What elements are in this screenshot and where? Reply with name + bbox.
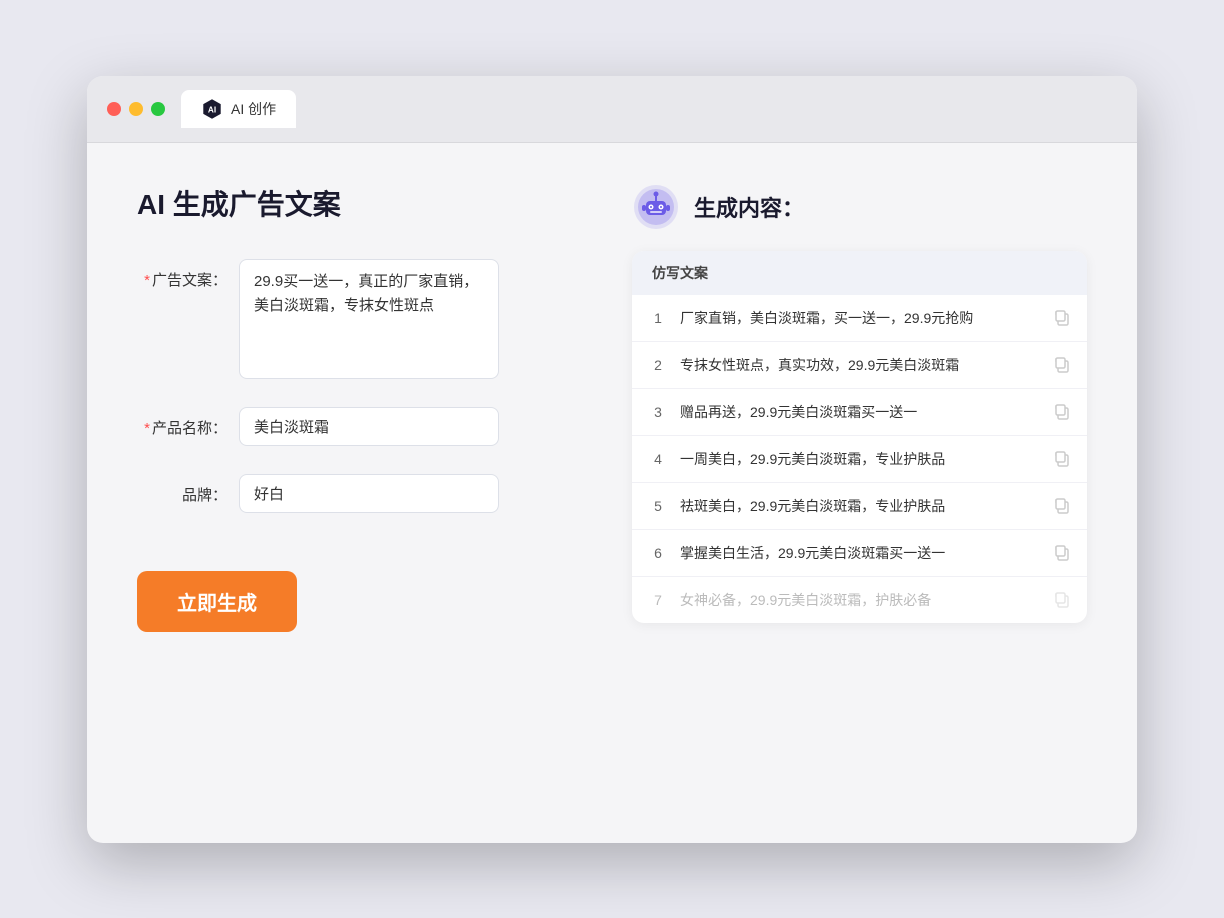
minimize-button[interactable] bbox=[129, 102, 143, 116]
maximize-button[interactable] bbox=[151, 102, 165, 116]
close-button[interactable] bbox=[107, 102, 121, 116]
ad-copy-textarea[interactable]: 29.9买一送一，真正的厂家直销，美白淡斑霜，专抹女性斑点 bbox=[239, 259, 499, 379]
required-star-2: * bbox=[144, 420, 150, 437]
content-area: AI 生成广告文案 *广告文案： 29.9买一送一，真正的厂家直销，美白淡斑霜，… bbox=[87, 143, 1137, 843]
copy-icon[interactable] bbox=[1053, 544, 1071, 562]
ai-hexagon-icon: AI bbox=[201, 98, 223, 120]
row-text: 祛斑美白，29.9元美白淡斑霜，专业护肤品 bbox=[680, 496, 1041, 516]
row-number: 2 bbox=[648, 357, 668, 373]
copy-icon[interactable] bbox=[1053, 403, 1071, 421]
table-row: 1 厂家直销，美白淡斑霜，买一送一，29.9元抢购 bbox=[632, 295, 1087, 342]
row-number: 3 bbox=[648, 404, 668, 420]
left-panel: AI 生成广告文案 *广告文案： 29.9买一送一，真正的厂家直销，美白淡斑霜，… bbox=[137, 183, 592, 803]
result-header: 生成内容： bbox=[632, 183, 1087, 231]
rows-container: 1 厂家直销，美白淡斑霜，买一送一，29.9元抢购 2 专抹女性斑点，真实功效，… bbox=[632, 295, 1087, 623]
browser-window: AI AI 创作 AI 生成广告文案 *广告文案： 29.9买一送一，真正的厂家… bbox=[87, 76, 1137, 843]
row-number: 1 bbox=[648, 310, 668, 326]
row-text: 厂家直销，美白淡斑霜，买一送一，29.9元抢购 bbox=[680, 308, 1041, 328]
right-panel: 生成内容： 仿写文案 1 厂家直销，美白淡斑霜，买一送一，29.9元抢购 2 专… bbox=[632, 183, 1087, 803]
copy-icon[interactable] bbox=[1053, 450, 1071, 468]
generate-button[interactable]: 立即生成 bbox=[137, 571, 297, 632]
row-text: 专抹女性斑点，真实功效，29.9元美白淡斑霜 bbox=[680, 355, 1041, 375]
row-text: 一周美白，29.9元美白淡斑霜，专业护肤品 bbox=[680, 449, 1041, 469]
row-number: 7 bbox=[648, 592, 668, 608]
copy-icon[interactable] bbox=[1053, 591, 1071, 609]
robot-icon bbox=[632, 183, 680, 231]
product-name-group: *产品名称： 美白淡斑霜 bbox=[137, 407, 592, 446]
row-number: 6 bbox=[648, 545, 668, 561]
result-title: 生成内容： bbox=[694, 191, 804, 223]
tab-label: AI 创作 bbox=[231, 99, 276, 119]
copy-icon[interactable] bbox=[1053, 309, 1071, 327]
brand-group: 品牌： 好白 bbox=[137, 474, 592, 513]
result-table: 仿写文案 1 厂家直销，美白淡斑霜，买一送一，29.9元抢购 2 专抹女性斑点，… bbox=[632, 251, 1087, 623]
title-bar: AI AI 创作 bbox=[87, 76, 1137, 143]
row-number: 4 bbox=[648, 451, 668, 467]
table-row: 3 赠品再送，29.9元美白淡斑霜买一送一 bbox=[632, 389, 1087, 436]
table-row: 2 专抹女性斑点，真实功效，29.9元美白淡斑霜 bbox=[632, 342, 1087, 389]
table-row: 5 祛斑美白，29.9元美白淡斑霜，专业护肤品 bbox=[632, 483, 1087, 530]
product-name-label: *产品名称： bbox=[137, 407, 227, 438]
table-row: 4 一周美白，29.9元美白淡斑霜，专业护肤品 bbox=[632, 436, 1087, 483]
traffic-lights bbox=[107, 102, 165, 116]
row-text: 赠品再送，29.9元美白淡斑霜买一送一 bbox=[680, 402, 1041, 422]
copy-icon[interactable] bbox=[1053, 497, 1071, 515]
brand-label: 品牌： bbox=[137, 474, 227, 505]
copy-icon[interactable] bbox=[1053, 356, 1071, 374]
ai-tab[interactable]: AI AI 创作 bbox=[181, 90, 296, 128]
table-row: 7 女神必备，29.9元美白淡斑霜，护肤必备 bbox=[632, 577, 1087, 623]
required-star: * bbox=[144, 272, 150, 289]
row-text: 女神必备，29.9元美白淡斑霜，护肤必备 bbox=[680, 590, 1041, 610]
ad-copy-label: *广告文案： bbox=[137, 259, 227, 290]
svg-text:AI: AI bbox=[208, 105, 216, 114]
brand-input[interactable]: 好白 bbox=[239, 474, 499, 513]
row-text: 掌握美白生活，29.9元美白淡斑霜买一送一 bbox=[680, 543, 1041, 563]
table-header: 仿写文案 bbox=[632, 251, 1087, 295]
product-name-input[interactable]: 美白淡斑霜 bbox=[239, 407, 499, 446]
table-row: 6 掌握美白生活，29.9元美白淡斑霜买一送一 bbox=[632, 530, 1087, 577]
ad-copy-group: *广告文案： 29.9买一送一，真正的厂家直销，美白淡斑霜，专抹女性斑点 bbox=[137, 259, 592, 379]
row-number: 5 bbox=[648, 498, 668, 514]
page-title: AI 生成广告文案 bbox=[137, 183, 592, 223]
